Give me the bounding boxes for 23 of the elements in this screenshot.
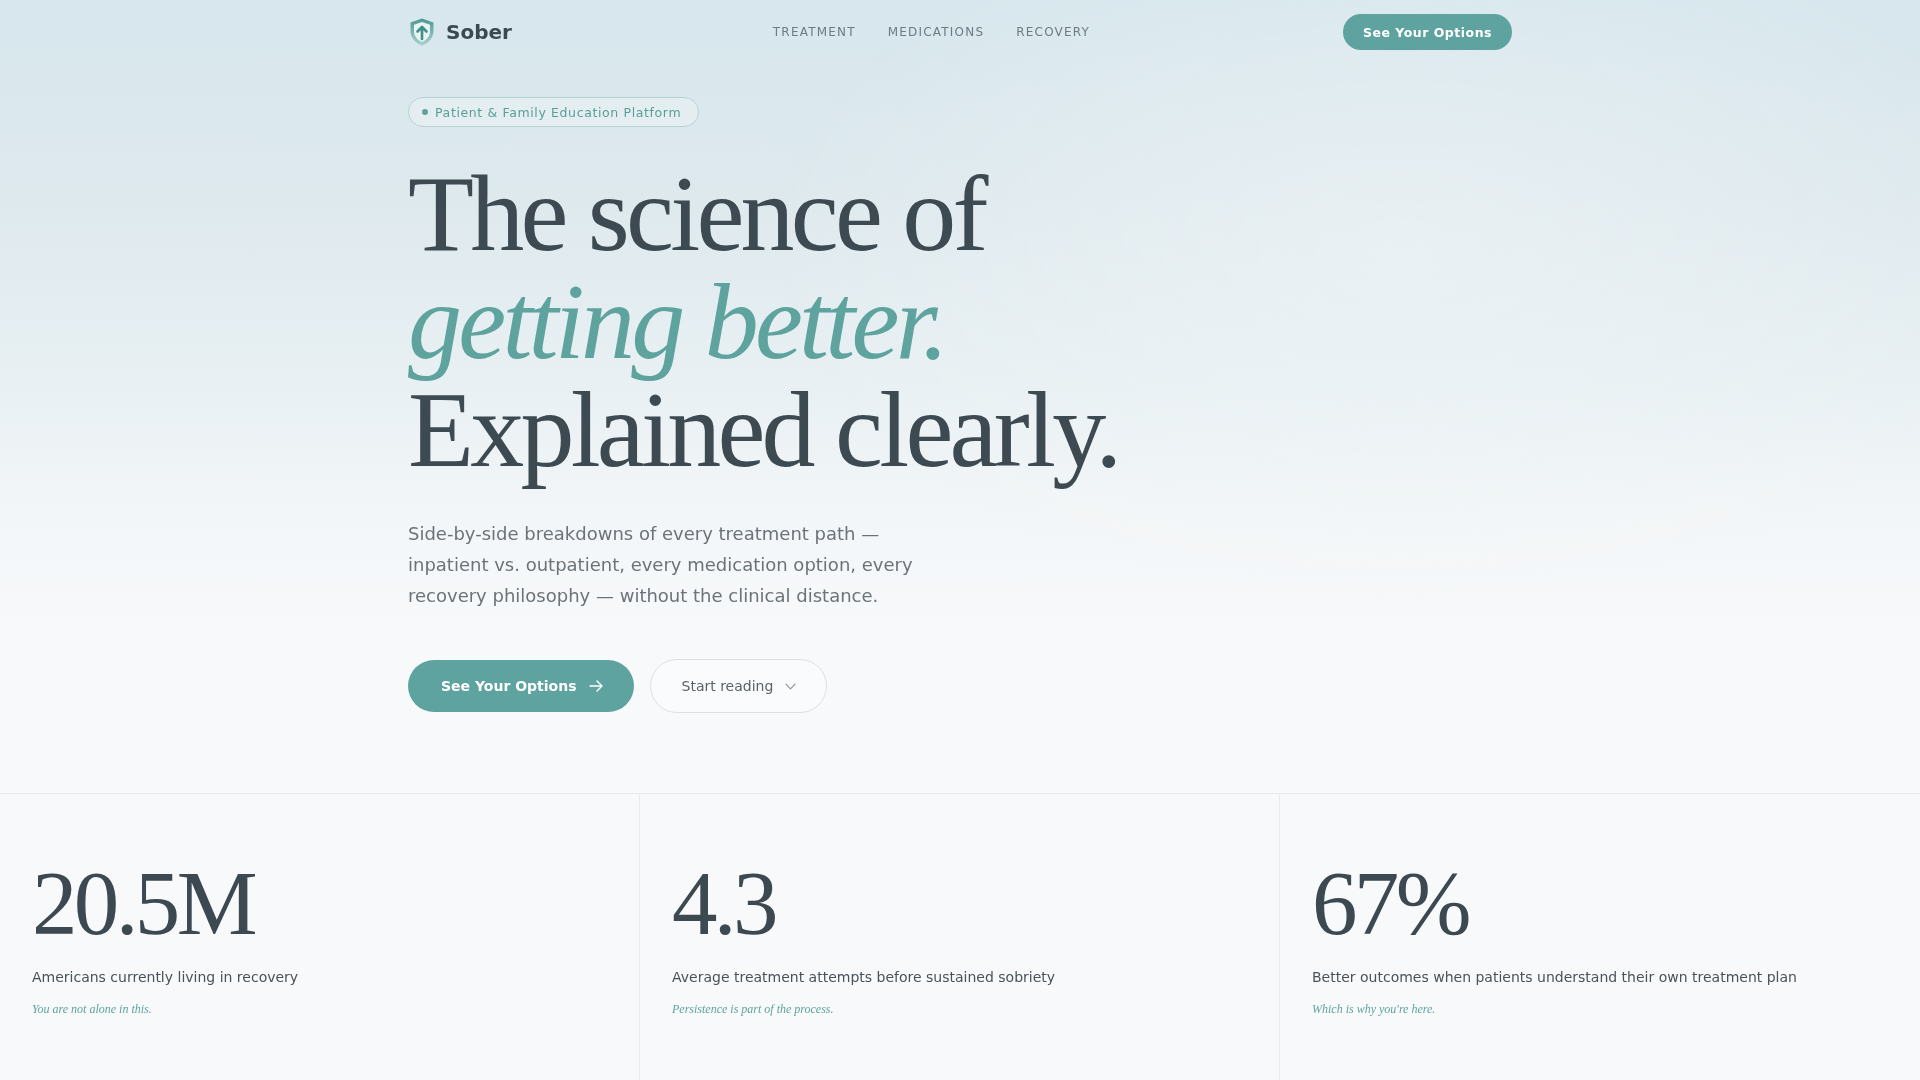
stat-label: Americans currently living in recovery bbox=[32, 968, 300, 988]
badge-text: Patient & Family Education Platform bbox=[435, 104, 682, 120]
stat-note: Persistence is part of the process. bbox=[672, 1001, 835, 1018]
stat-value: 4.3 bbox=[672, 858, 775, 950]
nav-link[interactable]: TREATMENT bbox=[772, 25, 856, 39]
stat-value: 20.5M bbox=[32, 858, 254, 950]
stat-label: Better outcomes when patients understand their own treatment plan bbox=[1312, 968, 1798, 988]
arrow-right-icon bbox=[588, 680, 603, 693]
stat-note: You are not alone in this. bbox=[32, 1001, 153, 1018]
dot-icon bbox=[422, 109, 428, 115]
stat-value: 67% bbox=[1312, 858, 1468, 950]
shield-arrow-logo-icon bbox=[410, 18, 434, 46]
brand-name: Sober bbox=[446, 20, 512, 44]
nav-link[interactable]: MEDICATIONS bbox=[887, 25, 985, 39]
hero-description: Side-by-side breakdowns of every treatment path — inpatient vs. outpatient, every medication option, every recovery philosophy — without the clinical distance. bbox=[408, 522, 914, 609]
nav-link[interactable]: RECOVERY bbox=[1016, 25, 1091, 39]
chevron-down-icon bbox=[785, 682, 797, 690]
header-cta-button[interactable]: See Your Options bbox=[1343, 14, 1512, 50]
stat-note: Which is why you're here. bbox=[1312, 1001, 1437, 1018]
hero-headline: The science of getting better. Explained clearly. bbox=[408, 160, 1120, 491]
start-reading-button[interactable]: Start reading bbox=[649, 659, 828, 714]
see-options-button[interactable]: See Your Options bbox=[408, 660, 634, 713]
stat-label: Average treatment attempts before sustained sobriety bbox=[672, 968, 1057, 988]
